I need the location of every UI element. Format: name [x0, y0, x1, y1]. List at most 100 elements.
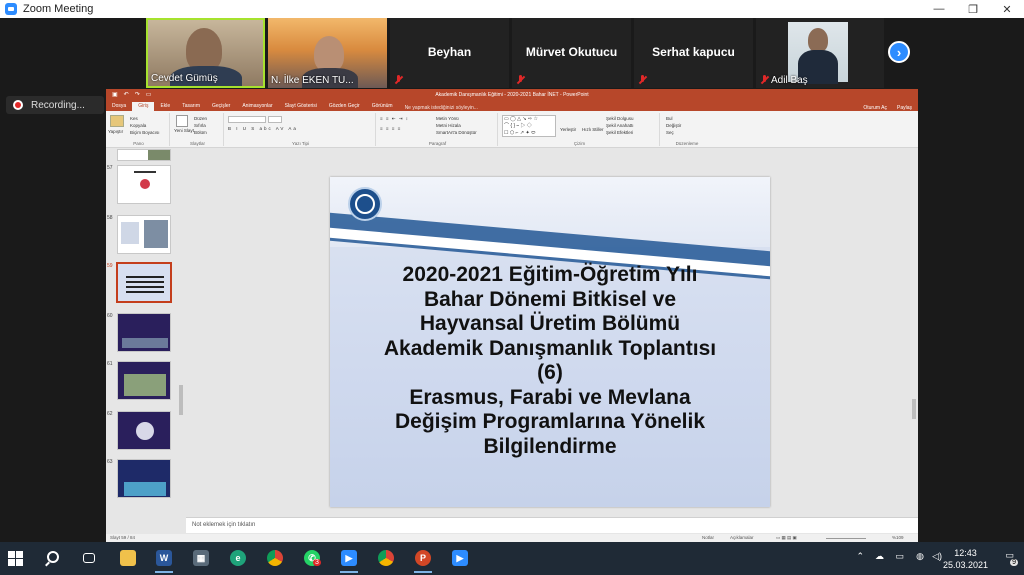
- paste-button[interactable]: Yapıştır: [108, 129, 123, 134]
- participant-tile[interactable]: Mürvet Okutucu: [512, 18, 631, 88]
- zoom-slider[interactable]: [826, 538, 866, 539]
- file-explorer-icon[interactable]: [117, 547, 139, 569]
- notes-placeholder: Not eklemek için tıklatın: [192, 522, 256, 528]
- whatsapp-icon[interactable]: ✆ 3: [301, 547, 323, 569]
- find-button[interactable]: Bul: [666, 116, 673, 121]
- tab-review[interactable]: Gözden Geçir: [323, 102, 366, 111]
- close-button[interactable]: ✕: [990, 0, 1024, 18]
- list-icons[interactable]: ≡ ≡ ⇤ ⇥ ↕: [380, 116, 409, 122]
- network-icon[interactable]: ◍: [916, 551, 924, 562]
- participant-name: Serhat kapucu: [652, 45, 735, 59]
- slide-line: Hayvansal Üretim Bölümü: [419, 312, 681, 335]
- participant-tile[interactable]: Serhat kapucu: [634, 18, 753, 88]
- tab-view[interactable]: Görünüm: [366, 102, 399, 111]
- align-icons[interactable]: ≡ ≡ ≡ ≡: [380, 126, 401, 131]
- cloud-icon[interactable]: ☁: [875, 551, 884, 562]
- new-slide-button[interactable]: Yeni Slayt: [174, 128, 194, 133]
- font-size-input[interactable]: [268, 116, 282, 123]
- tab-animations[interactable]: Animasyonlar: [236, 102, 278, 111]
- clipboard-group-label: Pano: [133, 141, 144, 146]
- replace-button[interactable]: Değiştir: [666, 123, 681, 128]
- windows-start-icon[interactable]: [8, 551, 23, 566]
- task-view-icon[interactable]: [78, 547, 100, 569]
- copy-button[interactable]: Kopyala: [130, 123, 146, 128]
- font-group-label: Yazı Tipi: [292, 141, 309, 146]
- reset-button[interactable]: Sıfırla: [194, 123, 206, 128]
- participant-name: Beyhan: [427, 45, 472, 59]
- battery-icon[interactable]: ▭: [895, 551, 904, 562]
- zoom-icon[interactable]: ▶: [449, 547, 471, 569]
- thumbnail-number: 57: [107, 165, 113, 171]
- smartart-button[interactable]: SmartArt'a Dönüştür: [436, 130, 477, 135]
- quick-styles-button[interactable]: Hızlı Stiller: [582, 127, 604, 132]
- notification-count: 9: [1010, 559, 1018, 566]
- comments-toggle[interactable]: Açıklamalar: [730, 535, 754, 540]
- slide-thumbnail[interactable]: [117, 215, 171, 254]
- notes-pane[interactable]: Not eklemek için tıklatın: [186, 517, 918, 533]
- chrome-icon[interactable]: [375, 547, 397, 569]
- font-format-icons[interactable]: B I U S abc AV Aa: [228, 126, 298, 131]
- shape-outline-button[interactable]: Şekil Anahattı: [606, 123, 634, 128]
- font-name-input[interactable]: [228, 116, 266, 123]
- cut-button[interactable]: Kes: [130, 116, 138, 121]
- participant-tile[interactable]: Cevdet Gümüş: [146, 18, 265, 88]
- zoom-icon[interactable]: ▶: [338, 547, 360, 573]
- view-buttons[interactable]: ▭ ▦ ▤ ▣: [776, 535, 797, 541]
- mic-muted-icon: [516, 75, 525, 85]
- participant-name: Adil Baş: [771, 75, 808, 86]
- layout-button[interactable]: Düzen: [194, 116, 207, 121]
- participant-tile[interactable]: Beyhan: [390, 18, 509, 88]
- next-page-chevron-icon[interactable]: ›: [888, 41, 910, 63]
- slide-thumbnail[interactable]: [117, 459, 171, 498]
- shape-effects-button[interactable]: Şekil Efektleri: [606, 130, 633, 135]
- slide-thumbnail[interactable]: [117, 165, 171, 204]
- minimize-button[interactable]: —: [922, 0, 956, 18]
- zoom-level[interactable]: %109: [892, 535, 904, 540]
- slide-title-text[interactable]: 2020-2021 Eğitim-Öğretim Yılı Bahar Döne…: [330, 263, 770, 459]
- align-text-button[interactable]: Metni Hizala: [436, 123, 461, 128]
- chevron-up-icon[interactable]: ⌃: [856, 551, 864, 562]
- powerpoint-icon[interactable]: P: [412, 547, 434, 573]
- text-direction-button[interactable]: Metin Yönü: [436, 116, 459, 121]
- paste-icon[interactable]: [110, 115, 124, 127]
- tab-file[interactable]: Dosya: [106, 102, 132, 111]
- tab-insert[interactable]: Ekle: [154, 102, 176, 111]
- notes-toggle[interactable]: Notlar: [702, 535, 714, 540]
- tab-transitions[interactable]: Geçişler: [206, 102, 236, 111]
- slide-thumbnail[interactable]: [117, 361, 171, 400]
- zoom-titlebar: Zoom Meeting — ❐ ✕: [0, 0, 1024, 18]
- current-slide[interactable]: 2020-2021 Eğitim-Öğretim Yılı Bahar Döne…: [330, 177, 770, 507]
- tab-home[interactable]: Giriş: [132, 102, 155, 111]
- clock[interactable]: 12:43 25.03.2021: [943, 547, 988, 571]
- volume-icon[interactable]: ◁): [932, 551, 942, 562]
- slide-thumbnail[interactable]: [117, 313, 171, 352]
- edge-icon[interactable]: e: [227, 547, 249, 569]
- slide-thumbnail[interactable]: [117, 149, 171, 161]
- participant-tile[interactable]: N. İlke EKEN TU...: [268, 18, 387, 88]
- select-button[interactable]: Seç: [666, 130, 674, 135]
- format-painter-button[interactable]: Biçim Boyacısı: [130, 130, 160, 135]
- recording-indicator[interactable]: Recording...: [6, 96, 104, 114]
- editing-group-label: Düzenleme: [675, 141, 699, 146]
- participant-tile[interactable]: Adil Baş: [756, 18, 884, 88]
- drawing-group: ▭ ◯ △ ↘ ⇨ ☆ ⌒ { } ⎯ ▷ ◇ ☐ ⬡ ⌐ ↗ ✦ ⬭ Yerleş…: [500, 113, 660, 146]
- section-button[interactable]: Bölüm: [194, 130, 207, 135]
- word-icon[interactable]: W: [153, 547, 175, 573]
- slide-thumbnail-selected[interactable]: [116, 262, 172, 303]
- editor-scrollbar[interactable]: [910, 149, 918, 517]
- tab-design[interactable]: Tasarım: [176, 102, 206, 111]
- thumbnail-scrollbar[interactable]: [178, 149, 184, 534]
- shape-fill-button[interactable]: Şekil Dolgusu: [606, 116, 634, 121]
- chrome-icon[interactable]: [264, 547, 286, 569]
- slide-thumbnail[interactable]: [117, 411, 171, 450]
- mic-muted-icon: [638, 75, 647, 85]
- arrange-button[interactable]: Yerleştir: [560, 127, 576, 132]
- new-slide-icon[interactable]: [176, 115, 188, 127]
- search-icon[interactable]: [47, 551, 59, 563]
- restore-button[interactable]: ❐: [956, 0, 990, 18]
- university-logo-icon: [348, 187, 382, 221]
- tab-slideshow[interactable]: Slayt Gösterisi: [279, 102, 323, 111]
- calculator-icon[interactable]: ▦: [190, 547, 212, 569]
- mic-muted-icon: [394, 75, 403, 85]
- shapes-gallery[interactable]: ▭ ◯ △ ↘ ⇨ ☆ ⌒ { } ⎯ ▷ ◇ ☐ ⬡ ⌐ ↗ ✦ ⬭: [502, 115, 556, 137]
